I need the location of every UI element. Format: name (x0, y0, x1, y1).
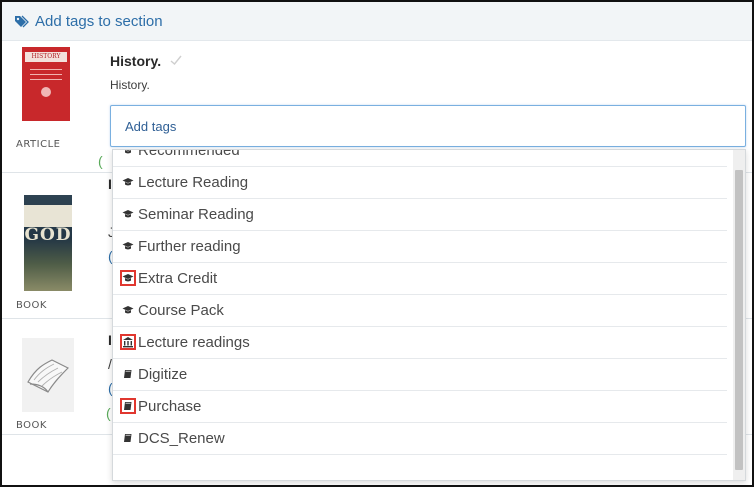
graduation-cap-icon (122, 304, 134, 316)
institution-icon (122, 336, 134, 348)
tag-option[interactable]: Purchase (113, 390, 727, 423)
dropdown-scrollbar[interactable] (733, 150, 745, 480)
cover-line (30, 79, 62, 80)
item-type-label: BOOK (16, 300, 47, 311)
graduation-cap-icon (122, 150, 134, 156)
tag-option[interactable]: Extra Credit (113, 262, 727, 295)
tag-option[interactable]: Lecture Reading (113, 166, 727, 199)
article-cover-image[interactable]: HISTORY (22, 47, 70, 121)
book-icon (122, 432, 134, 444)
section-tags-bar: Add tags to section (2, 2, 752, 41)
reading-list-panel: Add tags to section HISTORY ARTICLE Hist… (0, 0, 754, 487)
tag-option-label: Seminar Reading (138, 205, 254, 223)
tag-option-label: Lecture Reading (138, 173, 249, 191)
graduation-cap-icon (122, 240, 134, 252)
item-type-label: BOOK (16, 420, 47, 431)
item-type-label: ARTICLE (16, 139, 61, 150)
add-tags-combobox[interactable] (110, 105, 746, 147)
tag-option[interactable]: Lecture readings (113, 326, 727, 359)
add-tags-to-section-link[interactable]: Add tags to section (35, 13, 163, 30)
tag-option[interactable]: Digitize (113, 358, 727, 391)
item-title[interactable]: History. (110, 53, 161, 69)
cover-line (30, 69, 62, 70)
graduation-cap-icon (122, 176, 134, 188)
graduation-cap-icon (122, 272, 134, 284)
graduation-cap-icon (122, 208, 134, 220)
tags-icon[interactable] (14, 14, 29, 29)
scrollbar-thumb[interactable] (735, 170, 743, 470)
tag-option-label: Recommended (138, 149, 240, 159)
tag-option[interactable]: DCS_Renew (113, 422, 727, 455)
tag-option-label: Purchase (138, 397, 202, 415)
item-subtitle: History. (110, 78, 150, 92)
tag-option-label: DCS_Renew (138, 429, 225, 447)
book-cover-image[interactable]: GOD (24, 195, 72, 291)
tag-option-label: Digitize (138, 365, 188, 383)
tag-option[interactable]: Seminar Reading (113, 198, 727, 231)
status-indicator: ( (98, 153, 103, 169)
tag-option[interactable]: Course Pack (113, 294, 727, 327)
check-icon (170, 55, 182, 65)
cover-title: HISTORY (25, 52, 67, 62)
tags-dropdown[interactable]: Recommended Lecture Reading Seminar Readin… (112, 149, 746, 481)
add-tags-input[interactable] (111, 106, 725, 146)
tag-option[interactable]: Further reading (113, 230, 727, 263)
tag-option-label: Course Pack (138, 301, 224, 319)
tag-option[interactable]: Recommended (113, 149, 727, 167)
book-icon (122, 368, 134, 380)
book-cover-placeholder[interactable] (22, 338, 74, 412)
cover-seal (41, 87, 51, 97)
tag-option-label: Extra Credit (138, 269, 218, 287)
status-indicator: ( (106, 405, 111, 421)
cover-strip (24, 205, 72, 227)
open-book-icon (27, 359, 70, 393)
cover-line (30, 74, 62, 75)
book-icon (122, 400, 134, 412)
tag-option-label: Further reading (138, 237, 241, 255)
tag-option-label: Lecture readings (138, 333, 250, 351)
cover-title: GOD (24, 225, 72, 245)
